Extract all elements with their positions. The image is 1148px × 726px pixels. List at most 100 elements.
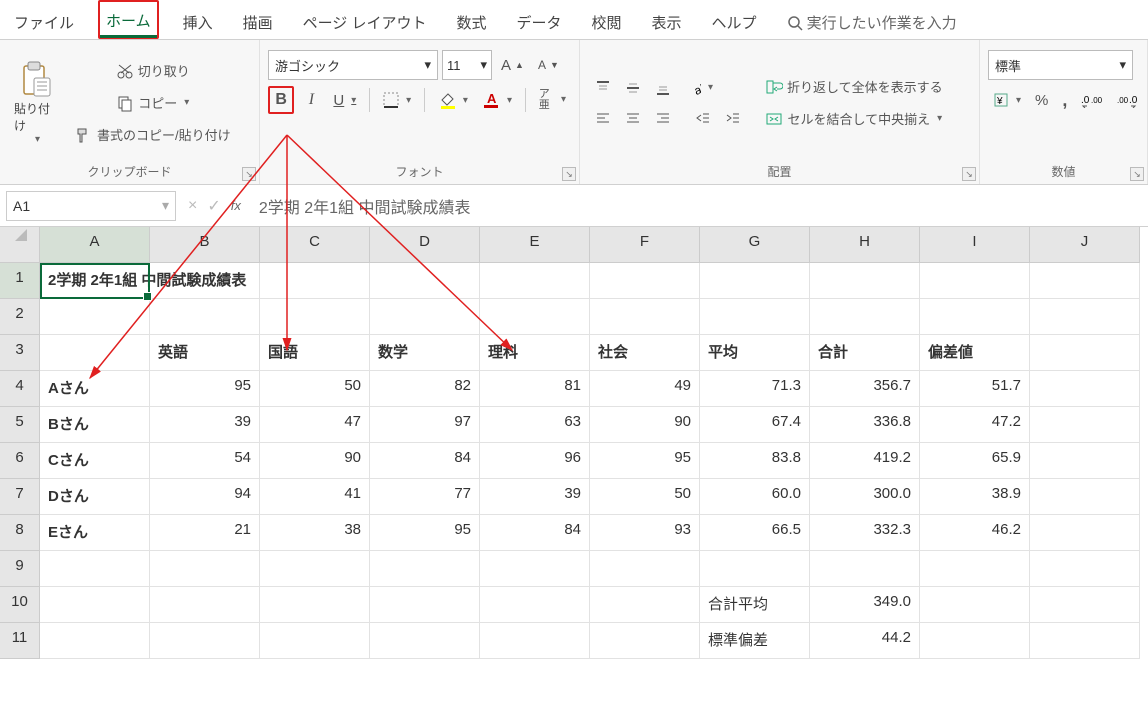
cell-J8[interactable] <box>1030 515 1140 551</box>
cell-B6[interactable]: 54 <box>150 443 260 479</box>
cell-E1[interactable] <box>480 263 590 299</box>
col-header-G[interactable]: G <box>700 227 810 263</box>
cell-H4[interactable]: 356.7 <box>810 371 920 407</box>
increase-decimal-button[interactable]: .0.00 <box>1076 86 1108 114</box>
cell-C2[interactable] <box>260 299 370 335</box>
cell-D5[interactable]: 97 <box>370 407 480 443</box>
decrease-font-button[interactable]: A▼ <box>533 51 564 79</box>
spreadsheet-grid[interactable]: A B C D E F G H I J 1 2学期 2年1組 中間試験成績表 2… <box>0 227 1148 659</box>
row-header-4[interactable]: 4 <box>0 371 40 407</box>
number-launcher[interactable]: ↘ <box>1130 167 1144 181</box>
cell-G2[interactable] <box>700 299 810 335</box>
cell-I6[interactable]: 65.9 <box>920 443 1030 479</box>
cell-A2[interactable] <box>40 299 150 335</box>
cell-A3[interactable] <box>40 335 150 371</box>
cell-C6[interactable]: 90 <box>260 443 370 479</box>
cell-J10[interactable] <box>1030 587 1140 623</box>
row-header-5[interactable]: 5 <box>0 407 40 443</box>
cell-G7[interactable]: 60.0 <box>700 479 810 515</box>
tab-file[interactable]: ファイル <box>8 4 80 39</box>
cell-E8[interactable]: 84 <box>480 515 590 551</box>
cell-A5[interactable]: Bさん <box>40 407 150 443</box>
align-top-button[interactable] <box>588 73 618 103</box>
cell-J11[interactable] <box>1030 623 1140 659</box>
cell-B7[interactable]: 94 <box>150 479 260 515</box>
cell-C10[interactable] <box>260 587 370 623</box>
cell-D4[interactable]: 82 <box>370 371 480 407</box>
tab-review[interactable]: 校閲 <box>586 4 628 39</box>
cell-A7[interactable]: Dさん <box>40 479 150 515</box>
cell-A6[interactable]: Cさん <box>40 443 150 479</box>
cell-C5[interactable]: 47 <box>260 407 370 443</box>
cell-B3[interactable]: 英語 <box>150 335 260 371</box>
col-header-A[interactable]: A <box>40 227 150 263</box>
cell-H7[interactable]: 300.0 <box>810 479 920 515</box>
cell-A8[interactable]: Eさん <box>40 515 150 551</box>
cell-B10[interactable] <box>150 587 260 623</box>
cell-F11[interactable] <box>590 623 700 659</box>
cell-G3[interactable]: 平均 <box>700 335 810 371</box>
cell-J1[interactable] <box>1030 263 1140 299</box>
cell-D7[interactable]: 77 <box>370 479 480 515</box>
row-header-2[interactable]: 2 <box>0 299 40 335</box>
align-center-button[interactable] <box>618 103 648 133</box>
cell-E11[interactable] <box>480 623 590 659</box>
format-painter-button[interactable]: 書式のコピー/貼り付け <box>70 121 236 149</box>
font-color-button[interactable]: A <box>477 86 517 114</box>
tab-insert[interactable]: 挿入 <box>177 4 219 39</box>
tab-view[interactable]: 表示 <box>646 4 688 39</box>
cell-F3[interactable]: 社会 <box>590 335 700 371</box>
cell-J5[interactable] <box>1030 407 1140 443</box>
cell-D11[interactable] <box>370 623 480 659</box>
cell-H6[interactable]: 419.2 <box>810 443 920 479</box>
col-header-C[interactable]: C <box>260 227 370 263</box>
cell-I7[interactable]: 38.9 <box>920 479 1030 515</box>
fx-icon[interactable]: fx <box>231 198 241 213</box>
cell-G9[interactable] <box>700 551 810 587</box>
align-bottom-button[interactable] <box>648 73 678 103</box>
cell-H11[interactable]: 44.2 <box>810 623 920 659</box>
cell-I3[interactable]: 偏差値 <box>920 335 1030 371</box>
font-name-select[interactable]: 游ゴシック ▾ <box>268 50 438 80</box>
cell-E6[interactable]: 96 <box>480 443 590 479</box>
cell-G11[interactable]: 標準偏差 <box>700 623 810 659</box>
cell-I8[interactable]: 46.2 <box>920 515 1030 551</box>
col-header-F[interactable]: F <box>590 227 700 263</box>
cell-I9[interactable] <box>920 551 1030 587</box>
cell-A9[interactable] <box>40 551 150 587</box>
cell-A11[interactable] <box>40 623 150 659</box>
wrap-text-button[interactable]: 折り返して全体を表示する <box>760 73 948 101</box>
cell-H9[interactable] <box>810 551 920 587</box>
cut-button[interactable]: 切り取り <box>70 57 236 85</box>
row-header-3[interactable]: 3 <box>0 335 40 371</box>
cell-A10[interactable] <box>40 587 150 623</box>
cell-J9[interactable] <box>1030 551 1140 587</box>
cell-E2[interactable] <box>480 299 590 335</box>
cell-B11[interactable] <box>150 623 260 659</box>
cell-E4[interactable]: 81 <box>480 371 590 407</box>
cell-I1[interactable] <box>920 263 1030 299</box>
cell-D8[interactable]: 95 <box>370 515 480 551</box>
bold-button[interactable]: B <box>268 86 294 114</box>
cell-H5[interactable]: 336.8 <box>810 407 920 443</box>
row-header-8[interactable]: 8 <box>0 515 40 551</box>
cell-B4[interactable]: 95 <box>150 371 260 407</box>
cell-J2[interactable] <box>1030 299 1140 335</box>
row-header-11[interactable]: 11 <box>0 623 40 659</box>
align-left-button[interactable] <box>588 103 618 133</box>
cell-C4[interactable]: 50 <box>260 371 370 407</box>
ruby-button[interactable]: ア亜 <box>534 86 571 114</box>
cell-F1[interactable] <box>590 263 700 299</box>
merge-center-button[interactable]: セルを結合して中央揃え <box>760 105 948 133</box>
cell-G10[interactable]: 合計平均 <box>700 587 810 623</box>
cell-D1[interactable] <box>370 263 480 299</box>
row-header-9[interactable]: 9 <box>0 551 40 587</box>
cell-E9[interactable] <box>480 551 590 587</box>
cell-F7[interactable]: 50 <box>590 479 700 515</box>
cell-F8[interactable]: 93 <box>590 515 700 551</box>
cell-J6[interactable] <box>1030 443 1140 479</box>
cell-E5[interactable]: 63 <box>480 407 590 443</box>
row-header-7[interactable]: 7 <box>0 479 40 515</box>
comma-format-button[interactable]: , <box>1057 86 1072 114</box>
row-header-6[interactable]: 6 <box>0 443 40 479</box>
